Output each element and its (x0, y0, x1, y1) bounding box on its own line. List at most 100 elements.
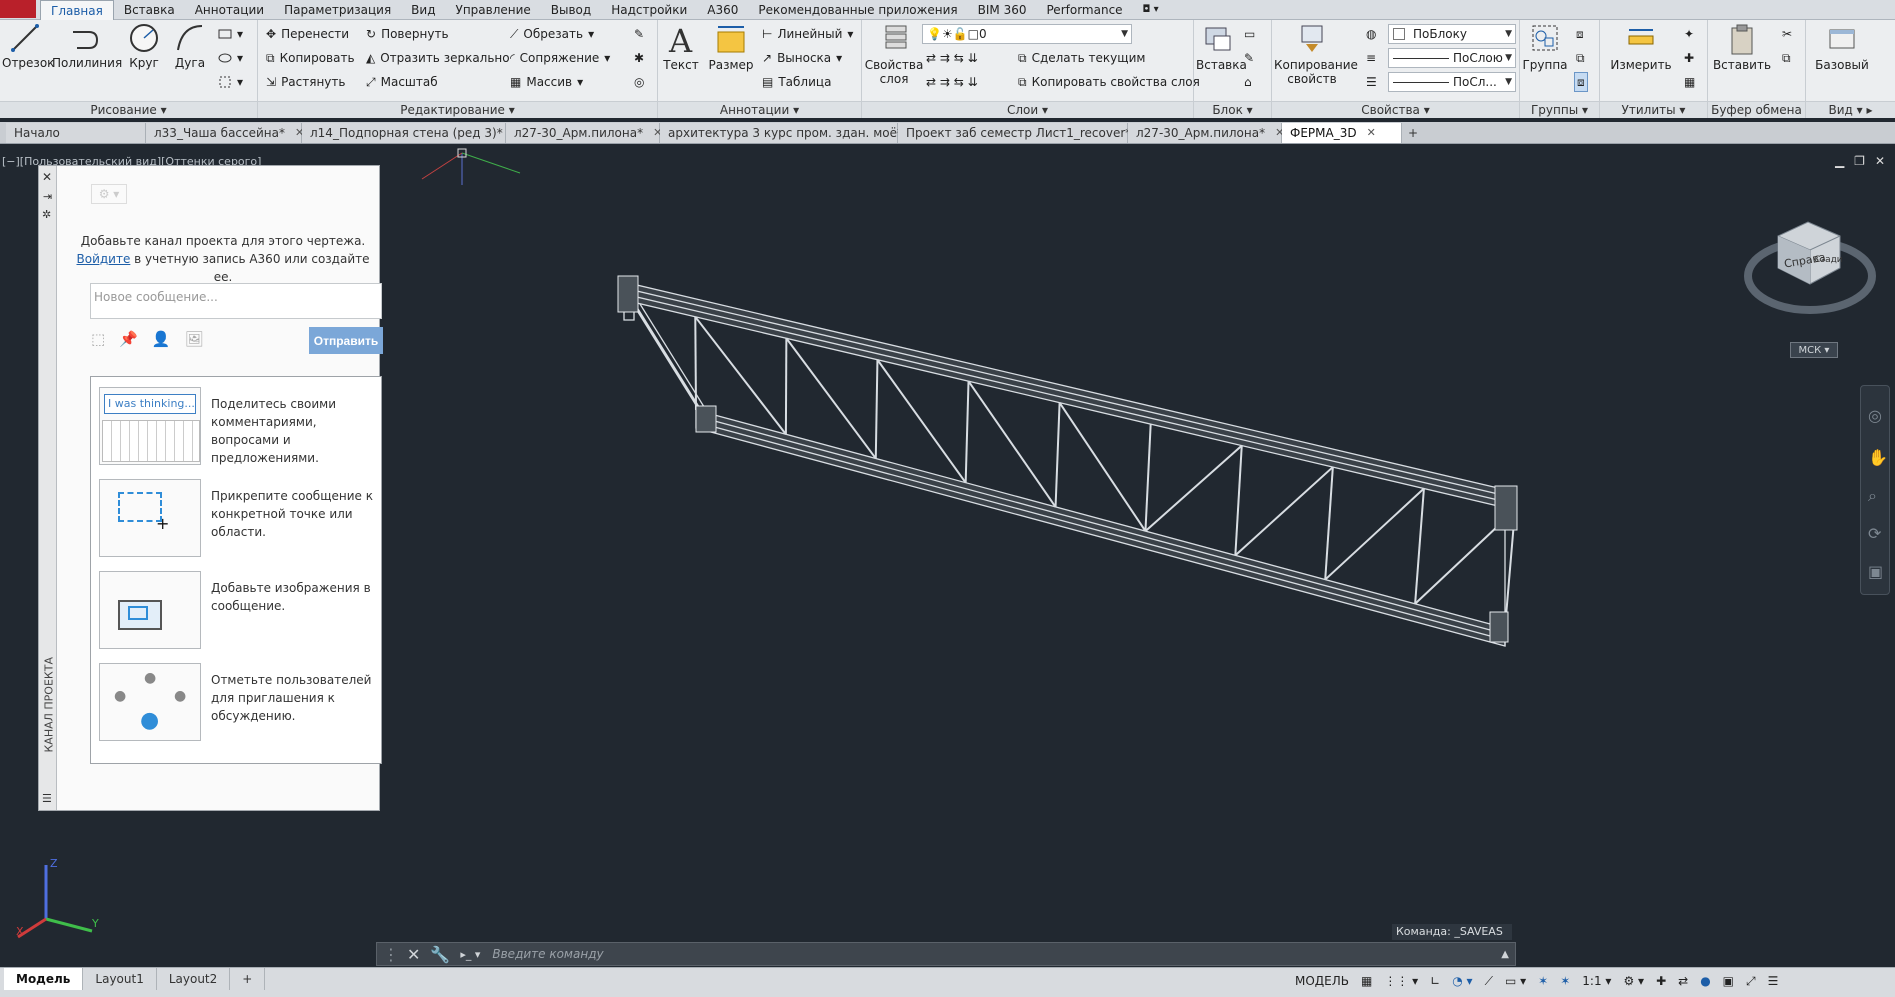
tab-manage[interactable]: Управление (446, 0, 541, 20)
osnap-icon[interactable]: ▭ ▾ (1505, 974, 1526, 988)
panel-block-title[interactable]: Блок ▾ (1194, 101, 1271, 118)
cut-icon[interactable]: ✂ (1782, 24, 1792, 44)
application-menu-button[interactable] (0, 0, 36, 18)
line-button[interactable]: Отрезок (2, 22, 54, 70)
showmotion-icon[interactable]: ▣ (1868, 562, 1883, 581)
settings-gear-icon[interactable]: ⚙ ▾ (91, 184, 127, 204)
group-selection-icon[interactable]: ⧈ (1574, 72, 1588, 92)
new-message-input[interactable]: Новое сообщение... (90, 283, 382, 319)
hatch-icon[interactable]: ▾ (218, 48, 243, 68)
offset-icon[interactable]: ◎ (634, 72, 644, 92)
doc-tab[interactable]: архитектура 3 курс пром. здан. моё*✕ (660, 123, 922, 143)
copy-clip-icon[interactable]: ⧉ (1782, 48, 1791, 68)
calculator-icon[interactable]: ▦ (1684, 72, 1695, 92)
paste-button[interactable]: Вставить (1712, 22, 1772, 72)
arc-button[interactable]: Дуга (170, 22, 210, 70)
tab-home[interactable]: Главная (40, 0, 114, 20)
isodraft-icon[interactable]: ⟋ (1485, 974, 1493, 989)
wcs-dropdown[interactable]: МСК ▾ (1790, 342, 1838, 358)
leader-button[interactable]: ↗ Выноска ▾ (762, 48, 842, 68)
fillet-button[interactable]: ◜ Сопряжение ▾ (510, 48, 610, 68)
text-button[interactable]: A Текст (662, 22, 700, 72)
tab-annotate[interactable]: Аннотации (185, 0, 274, 20)
grip-icon[interactable]: ⋮ (383, 945, 399, 964)
grid-icon[interactable]: ▦ (1361, 974, 1372, 988)
tab-layout1[interactable]: Layout1 (83, 968, 157, 990)
explode-icon[interactable]: ✱ (634, 48, 644, 68)
linear-dimension-button[interactable]: ⊢ Линейный ▾ (762, 24, 853, 44)
move-button[interactable]: ✥ Перенести (266, 24, 349, 44)
erase-icon[interactable]: ✎ (634, 24, 644, 44)
panel-groups-title[interactable]: Группы ▾ (1520, 101, 1599, 118)
tab-output[interactable]: Вывод (541, 0, 601, 20)
polyline-button[interactable]: Полилиния (52, 22, 122, 70)
match-properties-button[interactable]: Копирование свойств (1274, 22, 1358, 86)
polar-icon[interactable]: ◔ ▾ (1452, 974, 1472, 988)
orbit-icon[interactable]: ⟳ (1868, 524, 1881, 543)
tab-insert[interactable]: Вставка (114, 0, 185, 20)
add-layout-button[interactable]: + (230, 968, 266, 990)
panel-view-title[interactable]: Вид ▾ ▸ (1806, 101, 1895, 118)
ortho-icon[interactable]: ∟ (1430, 974, 1440, 988)
recent-commands-icon[interactable]: ▸_ ▾ (460, 948, 480, 961)
panel-clipboard-title[interactable]: Буфер обмена (1708, 101, 1805, 118)
hardware-acceleration-icon[interactable]: ▣ (1723, 974, 1734, 988)
layer-tools-row2[interactable]: ⇄ ⇉ ⇆ ⇊ (926, 72, 978, 92)
array-button[interactable]: ▦ Массив ▾ (510, 72, 583, 92)
clean-screen-icon[interactable]: ⤢ (1746, 974, 1756, 989)
scale-button[interactable]: ⤢ Масштаб (366, 72, 438, 92)
base-view-button[interactable]: Базовый (1812, 22, 1872, 72)
add-scale-icon[interactable]: ✚ (1656, 974, 1666, 988)
pan-hand-icon[interactable]: ✋ (1868, 448, 1888, 467)
isolate-objects-icon[interactable]: ● (1700, 974, 1710, 988)
layer-properties-button[interactable]: Свойства слоя (864, 22, 928, 86)
doc-tab[interactable]: л27-30_Арм.пилона* ✕ (1128, 123, 1284, 143)
panel-layers-title[interactable]: Слои ▾ (862, 101, 1193, 118)
copy-button[interactable]: ⧉ Копировать (266, 48, 355, 68)
model-space-toggle[interactable]: МОДЕЛЬ (1295, 974, 1349, 988)
select-area-icon[interactable]: ⬚ (91, 330, 105, 348)
linetype-dropdown[interactable]: ПоСлою ▼ (1388, 48, 1516, 68)
command-input[interactable]: Введите команду (492, 947, 603, 961)
table-button[interactable]: ▤ Таблица (762, 72, 831, 92)
circle-button[interactable]: Круг (124, 22, 164, 70)
doc-tab-start[interactable]: Начало (6, 123, 146, 143)
panel-modify-title[interactable]: Редактирование ▾ (258, 101, 657, 118)
customize-status-icon[interactable]: ☰ (1768, 974, 1779, 988)
panel-utilities-title[interactable]: Утилиты ▾ (1600, 101, 1707, 118)
quick-select-icon[interactable]: ✦ (1684, 24, 1694, 44)
tab-featured-apps[interactable]: Рекомендованные приложения (748, 0, 967, 20)
scale-dropdown[interactable]: 1:1 ▾ (1582, 974, 1611, 988)
rotate-button[interactable]: ↻ Повернуть (366, 24, 449, 44)
lineweight-dropdown[interactable]: ПоСл... ▼ (1388, 72, 1516, 92)
dimension-button[interactable]: Размер (706, 22, 756, 72)
tab-a360[interactable]: A360 (697, 0, 748, 20)
panel-draw-title[interactable]: Рисование ▾ (0, 101, 257, 118)
match-layer-button[interactable]: ⧉ Копировать свойства слоя (1018, 72, 1200, 92)
group-edit-icon[interactable]: ⧉ (1576, 48, 1585, 68)
image-icon[interactable]: 🖼 (185, 330, 204, 348)
tab-performance[interactable]: Performance (1037, 0, 1133, 20)
tab-layout2[interactable]: Layout2 (157, 968, 231, 990)
palette-menu-icon[interactable]: ☰ (42, 792, 52, 805)
tab-parametric[interactable]: Параметризация (274, 0, 401, 20)
steering-wheel-icon[interactable]: ◎ (1868, 406, 1882, 425)
color-wheel-icon[interactable]: ◍ (1366, 24, 1376, 44)
truss-3d-model[interactable] (600, 260, 1540, 690)
group-button[interactable]: Группа (1522, 22, 1568, 72)
minimize-icon[interactable]: ▁ (1835, 154, 1844, 168)
send-button[interactable]: Отправить (309, 327, 383, 354)
mirror-button[interactable]: ◭ Отразить зеркально (366, 48, 510, 68)
tab-view[interactable]: Вид (401, 0, 445, 20)
linetype-icon[interactable]: ☰ (1366, 72, 1377, 92)
make-current-button[interactable]: ⧉ Сделать текущим (1018, 48, 1145, 68)
autohide-icon[interactable]: ⇥ (43, 190, 52, 203)
annotation-scale-icon[interactable]: ✶ (1538, 974, 1548, 988)
rectangle-icon[interactable]: ▾ (218, 24, 243, 44)
units-icon[interactable]: ⇄ (1678, 974, 1688, 988)
signin-link[interactable]: Войдите (77, 252, 131, 266)
panel-properties-title[interactable]: Свойства ▾ (1272, 101, 1519, 118)
color-dropdown[interactable]: ПоБлоку ▼ (1388, 24, 1516, 44)
pin-icon[interactable]: 📌 (119, 330, 138, 348)
trim-button[interactable]: ⟋ Обрезать ▾ (510, 24, 594, 44)
